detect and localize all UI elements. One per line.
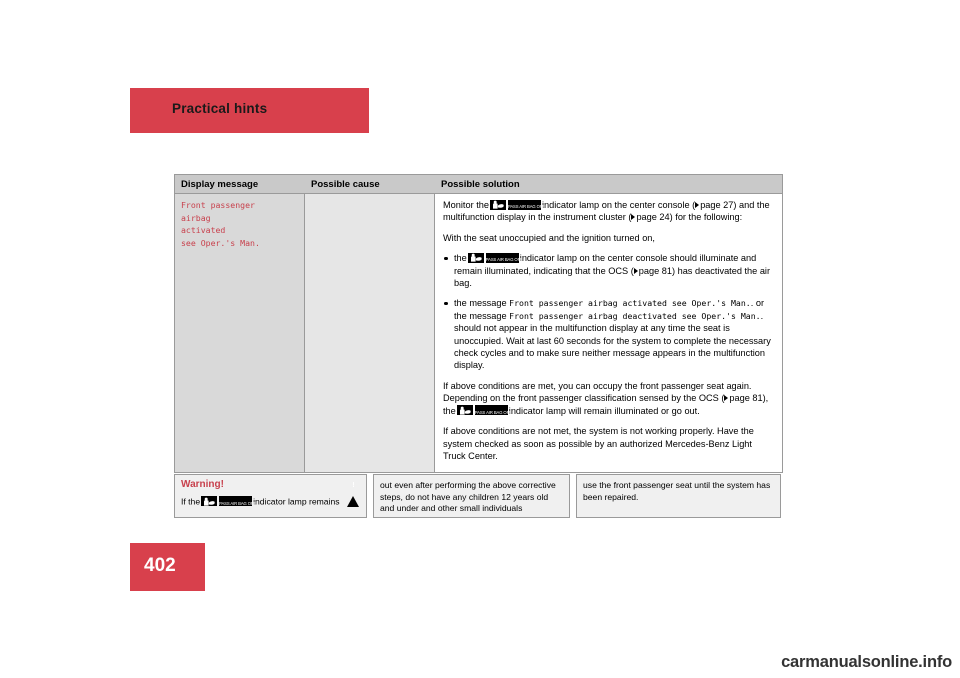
passenger-airbag-icon-3	[456, 405, 473, 416]
page-ref-arrow-icon-4	[724, 395, 729, 402]
solution-paragraph-4: If above conditions are not met, the sys…	[443, 426, 754, 461]
table-header-row: Display message Possible cause Possible …	[175, 175, 782, 194]
bullet2-message-2: Front passenger airbag deactivated see O…	[509, 310, 761, 321]
display-message-text: Front passenger airbag activated see Ope…	[181, 200, 260, 248]
list-item: the PASS AIR BAG OFF indicator lamp on the…	[443, 252, 774, 289]
page-number-block: 402	[130, 543, 205, 591]
bullet2-message-1: Front passenger airbag activated see Ope…	[509, 298, 751, 309]
warning-title: Warning!	[181, 479, 224, 490]
bullet2-period: .	[760, 310, 764, 321]
display-message-table: Display message Possible cause Possible …	[174, 174, 783, 474]
warning-box-1-text: If the PASS AIR BAG OFF indicator lamp rem…	[175, 490, 366, 508]
warning-box-2-text: out even after performing the above corr…	[380, 480, 556, 514]
pass-air-bag-off-icon-4: PASS AIR BAG OFF	[219, 496, 256, 506]
passenger-airbag-icon	[489, 199, 506, 210]
warning-box-2: out even after performing the above corr…	[373, 474, 570, 518]
bullet2-text-c: should not appear in the multifunction d…	[454, 323, 771, 371]
table-row: Front passenger airbag activated see Ope…	[175, 194, 782, 473]
column-header-display-message: Display message	[181, 178, 259, 190]
pass-air-bag-off-icon-3: PASS AIR BAG OFF	[474, 405, 512, 416]
page-ref-arrow-icon-3	[633, 267, 638, 274]
cell-possible-solution: Monitor the PASS AIR BAG OFF indicator lam…	[435, 194, 782, 473]
bullet1-text-a: the	[454, 253, 467, 264]
watermark: carmanualsonline.info	[781, 653, 952, 671]
page-title: Practical hints	[172, 101, 268, 116]
page-ref-arrow-icon-2	[631, 214, 636, 221]
passenger-airbag-icon-4	[201, 496, 218, 506]
solution-intro-text-d: page 24) for the following:	[636, 212, 743, 223]
column-header-possible-cause: Possible cause	[311, 178, 380, 190]
para3-text-c: indicator lamp will remain illuminated o…	[508, 405, 700, 416]
pass-air-bag-off-icon: PASS AIR BAG OFF	[507, 199, 545, 210]
solution-intro-paragraph-2: With the seat unoccupied and the ignitio…	[443, 232, 655, 243]
solution-paragraph-3: If above conditions are met, you can occ…	[443, 380, 774, 417]
warning-triangle-icon: !	[347, 479, 360, 507]
warning-boxes-row: Warning! ! If the PASS AIR BAG OFF indicat…	[174, 474, 781, 518]
passenger-airbag-icon-2	[467, 252, 484, 263]
solution-bullet-list: the PASS AIR BAG OFF indicator lamp on the…	[443, 252, 774, 372]
list-item: the message Front passenger airbag activ…	[443, 297, 774, 371]
bullet2-text-a: the message	[454, 298, 507, 309]
para3-text-a: If above conditions are met, you can occ…	[443, 380, 752, 404]
column-header-possible-solution: Possible solution	[441, 178, 520, 190]
pass-air-bag-off-icon-2: PASS AIR BAG OFF	[485, 252, 523, 263]
chapter-header-band: Practical hints	[130, 88, 369, 133]
cell-possible-cause	[305, 194, 435, 473]
warning-triangle-symbol: !	[352, 482, 355, 489]
warning-header: Warning! !	[175, 475, 366, 507]
warning-box-3-text: use the front passenger seat until the s…	[583, 480, 771, 502]
page-number: 402	[144, 555, 176, 576]
solution-intro-text-b: indicator lamp on the center console (	[541, 200, 696, 210]
solution-intro-text-a: Monitor the	[443, 200, 489, 210]
warning-box-1-text-b: indicator lamp remains	[253, 496, 340, 507]
cell-display-message: Front passenger airbag activated see Ope…	[175, 194, 305, 473]
warning-box-3: use the front passenger seat until the s…	[576, 474, 781, 518]
solution-intro-paragraph: Monitor the PASS AIR BAG OFF indicator lam…	[443, 199, 774, 224]
page-ref-arrow-icon	[695, 202, 700, 208]
warning-box-1-text-a: If the	[181, 496, 201, 507]
warning-box-1: Warning! ! If the PASS AIR BAG OFF indicat…	[174, 474, 367, 518]
